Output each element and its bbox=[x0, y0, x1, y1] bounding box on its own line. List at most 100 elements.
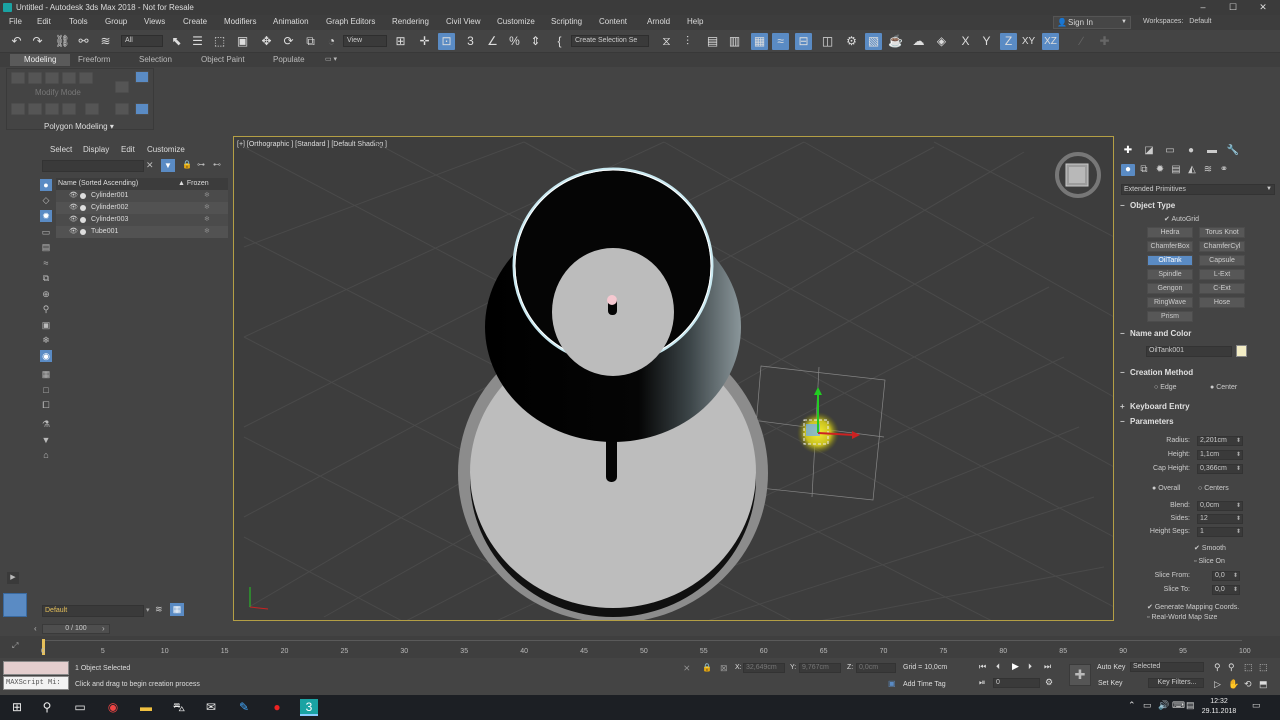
layer-explorer-icon[interactable]: ▦ bbox=[170, 603, 184, 616]
tool-icon-2[interactable] bbox=[28, 103, 42, 115]
slice-on-checkbox[interactable]: ▫ Slice On bbox=[1194, 558, 1225, 565]
frozen-icon[interactable]: ❄ bbox=[204, 226, 210, 238]
constrain-x-button[interactable]: X bbox=[957, 33, 974, 50]
spinner-snap-icon[interactable]: ⇕ bbox=[527, 33, 544, 50]
smooth-checkbox[interactable]: ✔ Smooth bbox=[1194, 544, 1226, 552]
current-frame-field[interactable]: 0 bbox=[993, 678, 1040, 688]
rollout-creation-method[interactable]: − Creation Method bbox=[1120, 368, 1275, 377]
window-crossing-icon[interactable]: ▣ bbox=[234, 33, 251, 50]
constrain-y-button[interactable]: Y bbox=[978, 33, 995, 50]
hierarchy-icon[interactable]: ⊶ bbox=[197, 160, 205, 169]
blend-spinner[interactable]: 0,0cm ⬍ bbox=[1197, 501, 1243, 511]
time-tag-icon[interactable]: ▣ bbox=[888, 679, 896, 688]
zoom-extents-all-icon[interactable]: ⬚ bbox=[1259, 662, 1268, 673]
curve-editor-icon[interactable]: ≈ bbox=[772, 33, 789, 50]
tray-app-icon[interactable]: ▤ bbox=[1186, 700, 1195, 711]
table-row[interactable]: 👁 Cylinder003 ❄ bbox=[56, 214, 228, 226]
field-of-view-icon[interactable]: ▷ bbox=[1214, 679, 1221, 690]
viewcube-icon[interactable] bbox=[1055, 152, 1101, 198]
mirror-icon[interactable]: ⧖ bbox=[658, 33, 675, 50]
tab-populate[interactable]: Populate bbox=[273, 55, 305, 64]
spinner-icon[interactable]: ⬍ bbox=[1236, 465, 1241, 473]
sign-in-dropdown[interactable]: 👤 Sign In ▼ bbox=[1053, 16, 1131, 29]
chamferbox-button[interactable]: ChamferBox bbox=[1147, 241, 1193, 252]
schematic-view-icon[interactable]: ⊟ bbox=[795, 33, 812, 50]
zoom-icon[interactable]: ⚲ bbox=[1214, 662, 1221, 673]
volume-icon[interactable]: 🔊 bbox=[1158, 700, 1169, 711]
menu-content[interactable]: Content bbox=[599, 17, 627, 26]
rollout-keyboard-entry[interactable]: + Keyboard Entry bbox=[1120, 402, 1275, 411]
time-slider[interactable]: 0 / 100 bbox=[42, 624, 110, 634]
key-mode-icon[interactable]: ⏯ bbox=[979, 678, 985, 688]
l-ext-button[interactable]: L-Ext bbox=[1199, 269, 1245, 280]
select-object-icon[interactable]: ⬉ bbox=[168, 33, 185, 50]
object-color-swatch[interactable] bbox=[1236, 345, 1247, 357]
element-mode-icon[interactable] bbox=[79, 72, 93, 84]
tool-icon-7[interactable] bbox=[115, 103, 129, 115]
keyboard-icon[interactable]: ⌨ bbox=[1172, 700, 1185, 711]
menu-tools[interactable]: Tools bbox=[69, 17, 88, 26]
cap-height-spinner[interactable]: 0,366cm ⬍ bbox=[1197, 464, 1243, 474]
display-xrefs-icon[interactable]: ⊕ bbox=[40, 288, 52, 300]
previous-frame-icon[interactable]: ⏴ bbox=[996, 662, 1000, 672]
snaps-toggle-icon[interactable]: 3 bbox=[462, 33, 479, 50]
key-selection-dropdown[interactable]: Selected bbox=[1130, 662, 1204, 672]
shapes-icon[interactable]: ⧉ bbox=[1137, 164, 1151, 176]
layer-explorer-icon[interactable]: ▥ bbox=[726, 33, 743, 50]
scale-icon[interactable]: ⧉ bbox=[302, 33, 319, 50]
polygon-modeling-label[interactable]: Polygon Modeling ▾ bbox=[44, 122, 114, 131]
tab-object-paint[interactable]: Object Paint bbox=[201, 55, 245, 64]
utilities-tab-icon[interactable]: 🔧 bbox=[1226, 145, 1240, 157]
display-invert-icon[interactable]: ⧠ bbox=[40, 399, 52, 411]
cameras-icon[interactable]: ▤ bbox=[1169, 164, 1183, 176]
selection-filter-dropdown[interactable]: All bbox=[121, 35, 163, 47]
file-explorer-icon[interactable]: ▬ bbox=[137, 699, 155, 716]
vertex-mode-icon[interactable] bbox=[11, 72, 25, 84]
menu-civil-view[interactable]: Civil View bbox=[446, 17, 481, 26]
edge-mode-icon[interactable] bbox=[28, 72, 42, 84]
systems-icon[interactable]: ⚭ bbox=[1217, 164, 1231, 176]
store-icon[interactable]: ⛍ bbox=[170, 699, 188, 716]
ringwave-button[interactable]: RingWave bbox=[1147, 297, 1193, 308]
find-icon[interactable]: ⚗ bbox=[40, 418, 52, 430]
material-editor-icon[interactable]: ◫ bbox=[819, 33, 836, 50]
object-name-input[interactable]: OilTank001 bbox=[1146, 346, 1232, 357]
height-segs-spinner[interactable]: 1 ⬍ bbox=[1197, 527, 1243, 537]
slice-from-spinner[interactable]: 0,0 ⬍ bbox=[1212, 571, 1240, 581]
column-name-header[interactable]: Name (Sorted Ascending) bbox=[58, 178, 138, 190]
task-view-icon[interactable]: ▭ bbox=[71, 699, 89, 716]
unlink-icon[interactable]: ⚯ bbox=[75, 33, 92, 50]
edit-named-selection-icon[interactable]: { bbox=[551, 33, 568, 50]
slider-prev-icon[interactable]: ‹ bbox=[34, 624, 37, 633]
ribbon-toggle-icon[interactable]: ▦ bbox=[751, 33, 768, 50]
time-configuration-icon[interactable]: ⚙ bbox=[1045, 677, 1053, 688]
center-radio[interactable]: ● Center bbox=[1210, 384, 1237, 391]
tray-expand-icon[interactable]: ⌃ bbox=[1128, 700, 1136, 711]
tab-selection[interactable]: Selection bbox=[139, 55, 172, 64]
system-clock[interactable]: 12:32 29.11.2018 bbox=[1199, 697, 1239, 717]
polygon-mode-icon[interactable] bbox=[62, 72, 76, 84]
layer-chevron-icon[interactable]: ▾ bbox=[146, 606, 150, 614]
arnold-render-icon[interactable]: ◈ bbox=[933, 33, 950, 50]
absolute-mode-icon[interactable]: ⊠ bbox=[720, 663, 728, 674]
menu-create[interactable]: Create bbox=[183, 17, 207, 26]
maxscript-mini-listener[interactable]: MAXScript Mi: bbox=[3, 676, 69, 690]
go-to-end-icon[interactable]: ⏭ bbox=[1044, 662, 1051, 672]
rollout-name-and-color[interactable]: − Name and Color bbox=[1120, 329, 1275, 338]
layer-stack-icon[interactable]: ≋ bbox=[155, 604, 163, 615]
category-dropdown[interactable]: Extended Primitives ▼ bbox=[1121, 184, 1275, 195]
prism-button[interactable]: Prism bbox=[1147, 311, 1193, 322]
workspaces[interactable]: Workspaces: Default bbox=[1143, 18, 1211, 25]
menu-graph-editors[interactable]: Graph Editors bbox=[326, 17, 375, 26]
menu-edit[interactable]: Edit bbox=[37, 17, 51, 26]
geometry-icon[interactable]: ● bbox=[1121, 164, 1135, 176]
motion-tab-icon[interactable]: ● bbox=[1184, 145, 1198, 157]
frozen-icon[interactable]: ❄ bbox=[204, 214, 210, 226]
auto-key-button[interactable]: Auto Key bbox=[1097, 664, 1125, 671]
set-key-big-icon[interactable]: ✚ bbox=[1069, 664, 1091, 686]
spinner-icon[interactable]: ⬍ bbox=[1236, 451, 1241, 459]
ribbon-options-icon[interactable]: ▭ ▾ bbox=[325, 55, 337, 63]
table-row[interactable]: 👁 Cylinder001 ❄ bbox=[56, 190, 228, 202]
menu-modifiers[interactable]: Modifiers bbox=[224, 17, 256, 26]
display-groups-icon[interactable]: ⧉ bbox=[40, 272, 52, 284]
